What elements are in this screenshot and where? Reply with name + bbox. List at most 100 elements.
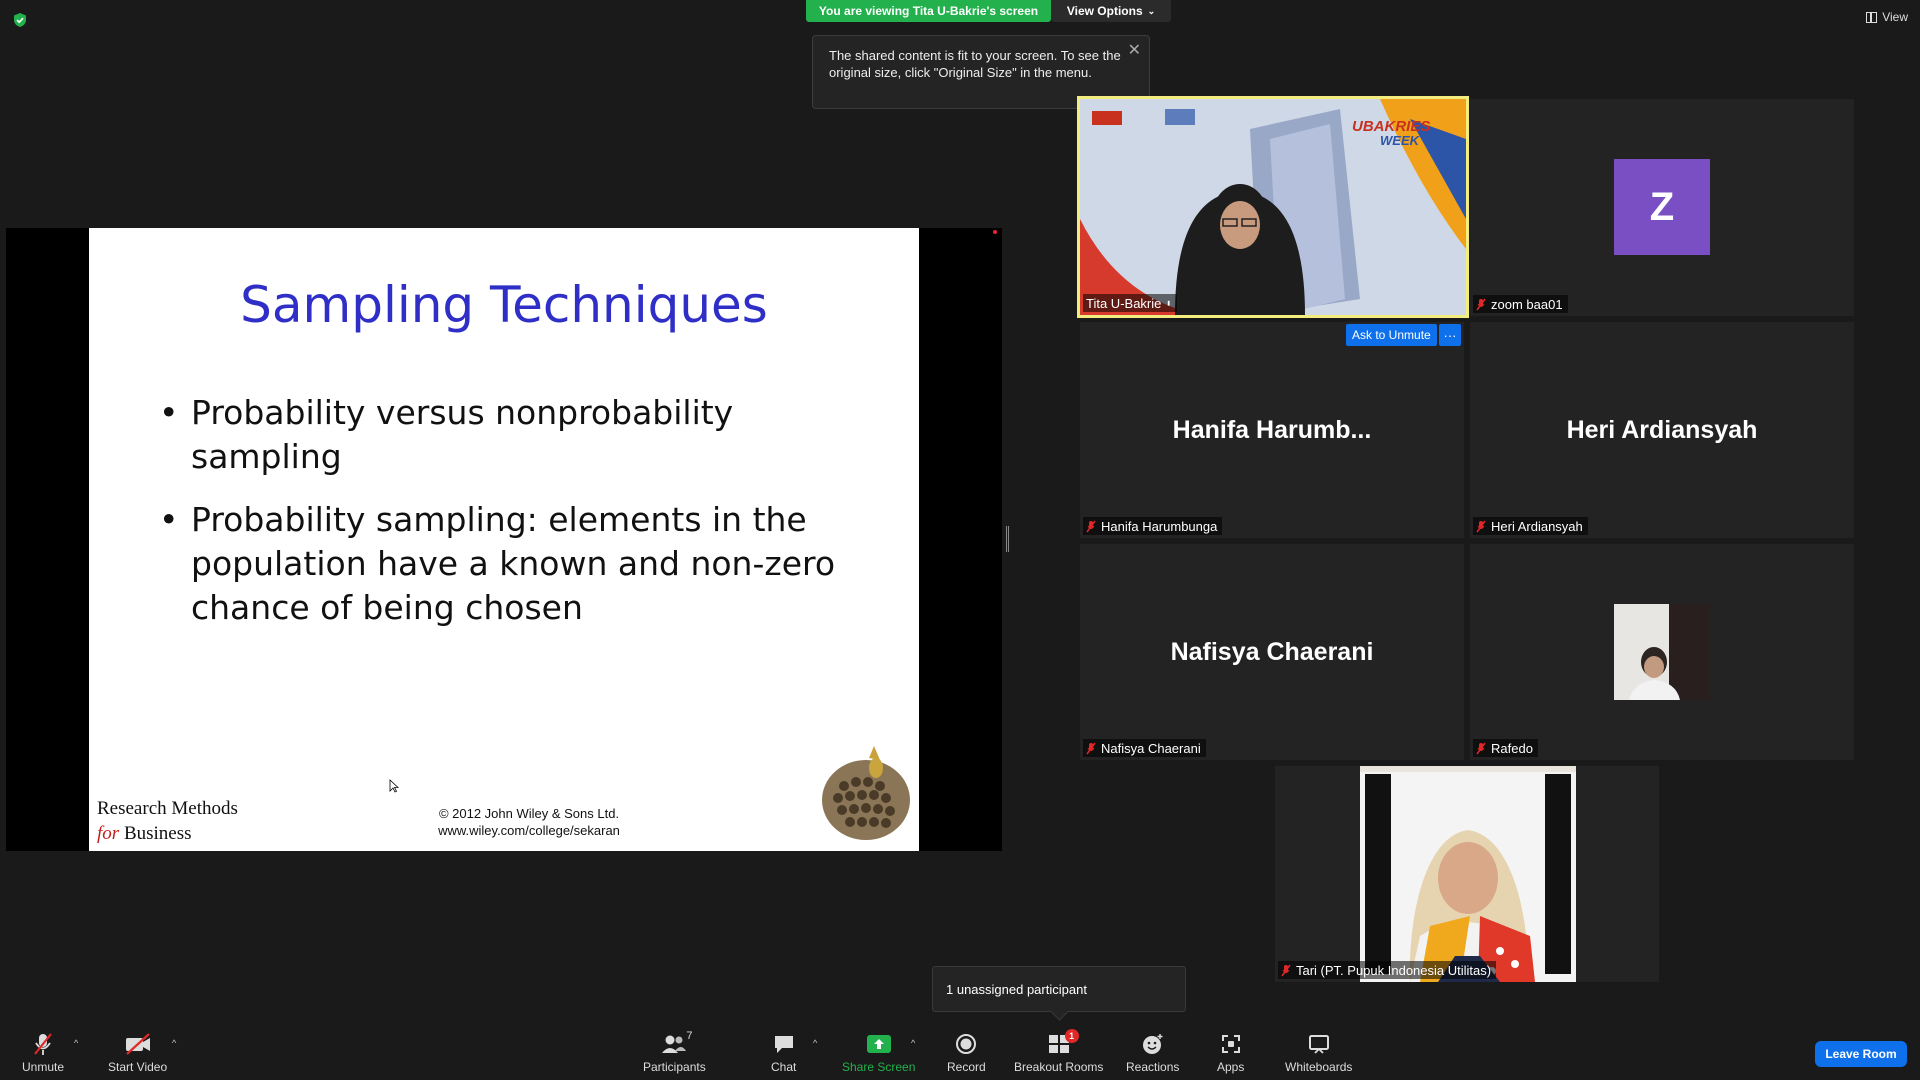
svg-text:WEEK: WEEK [1380, 133, 1421, 148]
recording-indicator-dot [993, 230, 997, 234]
presentation-slide: Sampling Techniques • Probability versus… [89, 228, 919, 851]
wasp-nest-image [822, 746, 910, 840]
view-label: View [1882, 10, 1908, 24]
participant-name-tag: Tari (PT. Pupuk Indonesia Utilitas) [1278, 961, 1497, 979]
video-tile-tari[interactable]: Tari (PT. Pupuk Indonesia Utilitas) [1275, 766, 1659, 982]
participants-icon [662, 1035, 687, 1053]
unmute-label: Unmute [22, 1060, 65, 1074]
breakout-rooms-badge: 1 [1064, 1029, 1079, 1043]
participants-button[interactable]: 7 Participants [643, 1030, 706, 1074]
book-title: Research Methods for Business [97, 796, 238, 846]
video-tile-tita-u-bakrie[interactable]: UBAKRIES WEEK Tita U-Bakrie [1077, 96, 1469, 318]
website-text: www.wiley.com/college/sekaran [438, 823, 620, 838]
bullet-dot: • [159, 393, 179, 432]
reactions-button[interactable]: Reactions [1126, 1032, 1179, 1074]
security-shield-icon[interactable] [12, 12, 28, 28]
speaker-video-feed: UBAKRIES WEEK [1080, 99, 1466, 315]
unmute-button[interactable]: Unmute [22, 1032, 64, 1074]
participant-name-tag: Rafedo [1473, 739, 1538, 757]
chevron-down-icon: ⌄ [1147, 5, 1156, 16]
reactions-label: Reactions [1126, 1060, 1180, 1074]
mouse-cursor-icon [389, 779, 399, 793]
bullet-text: Probability sampling: elements in the po… [191, 500, 836, 627]
viewing-screen-banner: You are viewing Tita U-Bakrie's screen [806, 0, 1051, 22]
close-icon[interactable]: ✕ [1128, 42, 1141, 59]
view-layout-icon [1866, 11, 1878, 23]
participant-name: Tari (PT. Pupuk Indonesia Utilitas) [1296, 962, 1492, 978]
chat-bubble-icon [774, 1036, 793, 1053]
share-screen-button[interactable]: Share Screen [842, 1032, 915, 1074]
video-tile-zoom-baa01[interactable]: Z zoom baa01 [1470, 99, 1854, 316]
participant-name-tag: Tita U-Bakrie [1083, 294, 1178, 312]
split-view-resize-handle[interactable] [1006, 526, 1009, 552]
breakout-rooms-label: Breakout Rooms [1014, 1060, 1104, 1074]
microphone-muted-icon [34, 1033, 52, 1055]
participant-name: Heri Ardiansyah [1491, 518, 1583, 534]
view-options-button[interactable]: View Options ⌄ [1051, 0, 1171, 22]
apps-button[interactable]: Apps [1217, 1032, 1244, 1074]
participant-display-name: Heri Ardiansyah [1566, 416, 1758, 444]
copyright-text: © 2012 John Wiley & Sons Ltd. [438, 806, 620, 821]
apps-icon [1221, 1035, 1240, 1053]
view-options-label: View Options [1066, 4, 1143, 18]
avatar: Z [1614, 159, 1710, 255]
video-tile-rafedo[interactable]: Rafedo [1470, 544, 1854, 760]
unassigned-participant-notice[interactable]: 1 unassigned participant [932, 966, 1186, 1012]
participant-name: zoom baa01 [1491, 296, 1563, 312]
participant-name-tag: Nafisya Chaerani [1083, 739, 1206, 757]
ask-to-unmute-button[interactable]: Ask to Unmute [1346, 324, 1437, 346]
book-title-for: for [97, 823, 120, 844]
whiteboard-icon [1308, 1035, 1329, 1054]
participant-name-tag: zoom baa01 [1473, 295, 1568, 313]
slide-bullet: • Probability sampling: elements in the … [159, 498, 841, 630]
participant-name: Rafedo [1491, 740, 1533, 756]
tooltip-text: The shared content is fit to your screen… [829, 48, 1121, 80]
chat-label: Chat [771, 1060, 797, 1074]
bullet-text: Probability versus nonprobability sampli… [191, 393, 734, 476]
start-video-button[interactable]: Start Video [108, 1032, 167, 1074]
participant-name: Nafisya Chaerani [1101, 740, 1201, 756]
shared-screen[interactable]: Sampling Techniques • Probability versus… [6, 228, 1002, 851]
share-screen-label: Share Screen [842, 1060, 916, 1074]
video-options-chevron-icon[interactable]: ^ [172, 1038, 176, 1048]
video-tile-nafisya-chaerani[interactable]: Nafisya Chaerani Nafisya Chaerani [1080, 544, 1464, 760]
mic-muted-icon [1086, 742, 1096, 754]
chat-button[interactable]: Chat [771, 1032, 796, 1074]
participant-video-feed [1360, 766, 1576, 982]
breakout-rooms-button[interactable]: 1 Breakout Rooms [1014, 1029, 1104, 1074]
book-title-business: Business [119, 823, 192, 844]
video-tile-heri-ardiansyah[interactable]: Heri Ardiansyah Heri Ardiansyah [1470, 322, 1854, 538]
share-screen-icon [866, 1035, 891, 1053]
zoom-meeting-window: You are viewing Tita U-Bakrie's screen V… [0, 0, 1920, 1080]
book-title-line2: for Business [97, 821, 238, 846]
mic-muted-icon [1476, 742, 1486, 754]
share-options-chevron-icon[interactable]: ^ [911, 1038, 915, 1048]
participant-name-tag: Heri Ardiansyah [1473, 517, 1588, 535]
whiteboards-label: Whiteboards [1285, 1060, 1353, 1074]
audio-options-chevron-icon[interactable]: ^ [74, 1038, 78, 1048]
meeting-toolbar: Unmute ^ Start Video ^ 7 Participants Ch… [0, 1022, 1920, 1080]
video-tile-hanifa-harumbunga[interactable]: Hanifa Harumb... Hanifa Harumbunga [1080, 322, 1464, 538]
participants-label: Participants [643, 1060, 706, 1074]
record-label: Record [947, 1060, 986, 1074]
slide-bullet: • Probability versus nonprobability samp… [159, 391, 841, 479]
mic-muted-icon [1281, 964, 1291, 976]
mic-muted-icon [1476, 520, 1486, 532]
participant-display-name: Nafisya Chaerani [1170, 638, 1374, 666]
participant-name: Hanifa Harumbunga [1101, 518, 1218, 534]
video-camera-off-icon [125, 1033, 150, 1055]
participant-display-name: Hanifa Harumb... [1172, 416, 1372, 444]
mic-active-icon [1168, 300, 1170, 306]
participants-count: 7 [686, 1030, 693, 1042]
participant-name: Tita U-Bakrie [1086, 295, 1162, 311]
view-button[interactable]: View [1866, 10, 1908, 24]
reactions-smiley-icon [1142, 1034, 1163, 1054]
record-button[interactable]: Record [947, 1032, 986, 1074]
whiteboards-button[interactable]: Whiteboards [1285, 1032, 1352, 1074]
chat-options-chevron-icon[interactable]: ^ [813, 1038, 817, 1048]
more-options-button[interactable]: ··· [1439, 324, 1461, 346]
participant-name-tag: Hanifa Harumbunga [1083, 517, 1223, 535]
mic-muted-icon [1086, 520, 1096, 532]
leave-room-button[interactable]: Leave Room [1815, 1041, 1907, 1067]
record-icon [956, 1034, 977, 1054]
